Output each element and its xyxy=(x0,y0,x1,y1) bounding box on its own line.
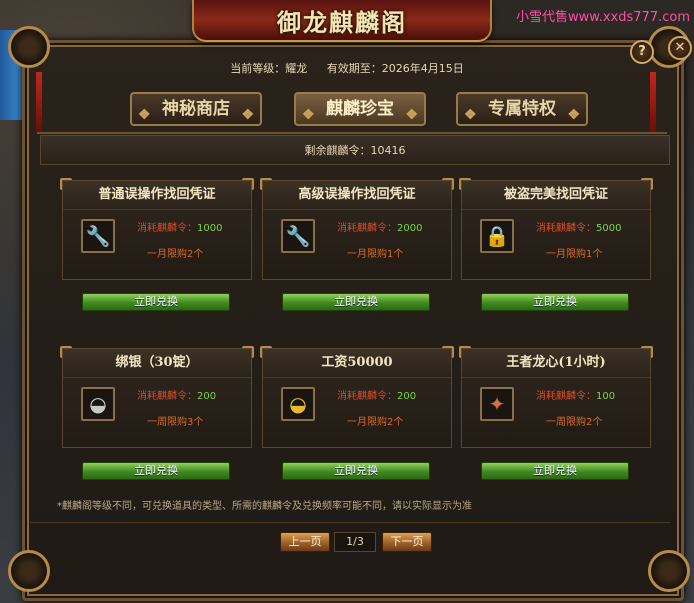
tab-qilin-treasure[interactable]: ❖ 麒麟珍宝 ❖ xyxy=(294,92,426,126)
item-title: 绑银（30锭） xyxy=(60,346,254,378)
tab-ornament-icon: ❖ xyxy=(405,107,418,123)
cost-value: 100 xyxy=(596,391,616,402)
tab-ornament-icon: ❖ xyxy=(464,107,477,123)
title-banner: 御龙麒麟阁 xyxy=(192,0,492,42)
gold-ingot-icon[interactable]: ◒ xyxy=(281,387,315,421)
tab-ornament-icon: ❖ xyxy=(567,107,580,123)
dragon-heart-icon[interactable]: ✦ xyxy=(480,387,514,421)
watermark-text: 小雪代售www.xxds777.com xyxy=(516,10,690,25)
window-title: 御龙麒麟阁 xyxy=(277,8,407,37)
remaining-tokens: 剩余麒麟令：10416 xyxy=(40,135,670,165)
tab-ornament-icon: ❖ xyxy=(138,107,151,123)
cost-value: 2000 xyxy=(397,223,423,234)
item-cost: 消耗麒麟令：200 xyxy=(337,391,417,402)
item-cost: 消耗麒麟令：5000 xyxy=(536,223,622,234)
item-title: 王者龙心(1小时) xyxy=(459,346,653,378)
purchase-limit: 一月限购2个 xyxy=(147,249,204,260)
item-title: 高级误操作找回凭证 xyxy=(260,178,454,210)
item-card: 高级误操作找回凭证 🔧 消耗麒麟令：2000 一月限购1个 xyxy=(260,178,454,280)
cost-value: 1000 xyxy=(197,223,223,234)
item-card: 绑银（30锭） ◒ 消耗麒麟令：200 一周限购3个 xyxy=(60,346,254,448)
tab-label: 神秘商店 xyxy=(162,99,230,119)
lock-chest-icon[interactable]: 🔒 xyxy=(480,219,514,253)
purchase-limit: 一月限购1个 xyxy=(546,249,603,260)
tab-ornament-icon: ❖ xyxy=(241,107,254,123)
purchase-limit: 一月限购1个 xyxy=(347,249,404,260)
prev-page-button[interactable]: 上一页 xyxy=(280,532,330,552)
purchase-limit: 一月限购2个 xyxy=(347,417,404,428)
notice-text: *麒麟阁等级不同，可兑换道具的类型、所需的麒麟令及兑换频率可能不同，请以实际显示… xyxy=(57,501,472,512)
redeem-button[interactable]: 立即兑换 xyxy=(481,293,629,311)
page-indicator: 1/3 xyxy=(334,532,376,552)
item-card: 工资50000 ◒ 消耗麒麟令：200 一月限购2个 xyxy=(260,346,454,448)
tab-label: 专属特权 xyxy=(488,99,556,119)
purchase-limit: 一周限购3个 xyxy=(147,417,204,428)
item-card: 普通误操作找回凭证 🔧 消耗麒麟令：1000 一月限购2个 xyxy=(60,178,254,280)
redeem-button[interactable]: 立即兑换 xyxy=(282,293,430,311)
purchase-limit: 一周限购2个 xyxy=(546,417,603,428)
item-cost: 消耗麒麟令：1000 xyxy=(137,223,223,234)
wrench-icon[interactable]: 🔧 xyxy=(281,219,315,253)
item-title: 工资50000 xyxy=(260,346,454,378)
item-title: 被盗完美找回凭证 xyxy=(459,178,653,210)
cost-value: 200 xyxy=(197,391,217,402)
item-card: 被盗完美找回凭证 🔒 消耗麒麟令：5000 一月限购1个 xyxy=(459,178,653,280)
redeem-button[interactable]: 立即兑换 xyxy=(82,462,230,480)
redeem-button[interactable]: 立即兑换 xyxy=(282,462,430,480)
tab-ornament-icon: ❖ xyxy=(302,107,315,123)
item-cost: 消耗麒麟令：2000 xyxy=(337,223,423,234)
tab-exclusive-privileges[interactable]: ❖ 专属特权 ❖ xyxy=(456,92,588,126)
item-cost: 消耗麒麟令：100 xyxy=(536,391,616,402)
item-title: 普通误操作找回凭证 xyxy=(60,178,254,210)
cost-value: 200 xyxy=(397,391,417,402)
expiry-date: 有效期至：2026年4月15日 xyxy=(326,62,464,75)
cost-value: 5000 xyxy=(596,223,622,234)
redeem-button[interactable]: 立即兑换 xyxy=(82,293,230,311)
redeem-button[interactable]: 立即兑换 xyxy=(481,462,629,480)
wrench-icon[interactable]: 🔧 xyxy=(81,219,115,253)
tab-mystery-shop[interactable]: ❖ 神秘商店 ❖ xyxy=(130,92,262,126)
item-card: 王者龙心(1小时) ✦ 消耗麒麟令：100 一周限购2个 xyxy=(459,346,653,448)
close-button[interactable]: ✕ xyxy=(668,36,692,60)
current-level: 当前等级：耀龙 xyxy=(230,62,308,75)
next-page-button[interactable]: 下一页 xyxy=(382,532,432,552)
tab-label: 麒麟珍宝 xyxy=(326,99,394,119)
silver-ingot-icon[interactable]: ◒ xyxy=(81,387,115,421)
item-cost: 消耗麒麟令：200 xyxy=(137,391,217,402)
level-info: 当前等级：耀龙 有效期至：2026年4月15日 xyxy=(0,60,694,76)
